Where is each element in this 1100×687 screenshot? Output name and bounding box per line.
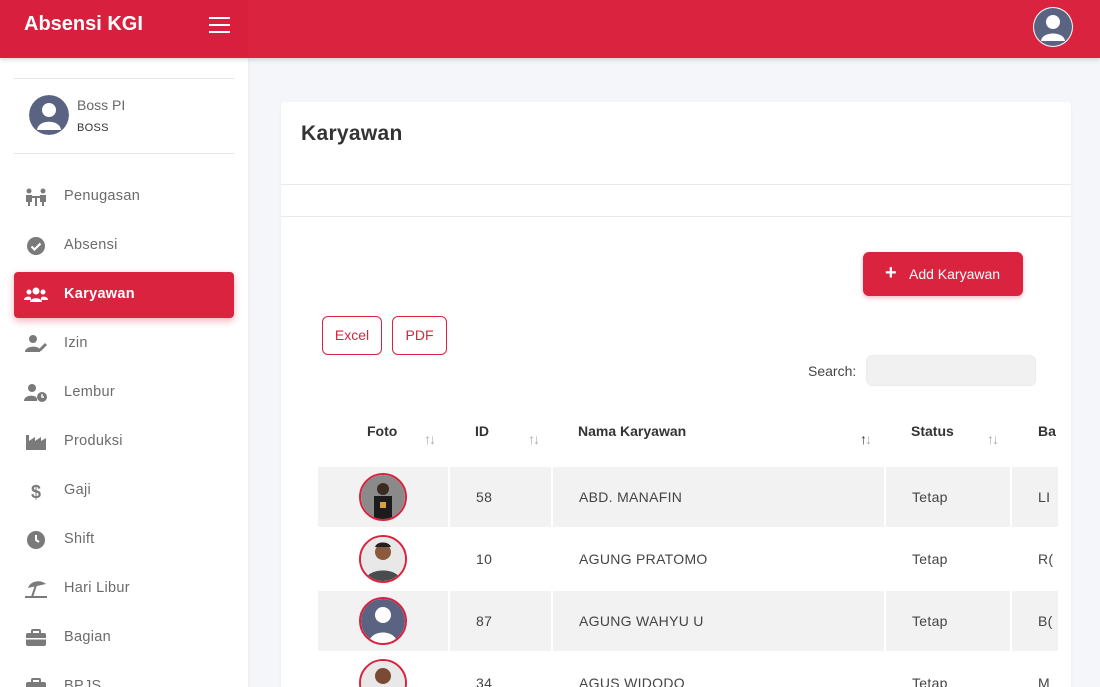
column-header-status[interactable]: Status	[911, 423, 954, 439]
sidebar-item-label: Produksi	[64, 433, 123, 449]
sidebar-item-label: Lembur	[64, 384, 115, 400]
sort-asc-icon[interactable]: ↑↓	[860, 431, 872, 447]
sidebar-item-absensi[interactable]: Absensi	[14, 223, 234, 269]
column-header-nama[interactable]: Nama Karyawan	[578, 423, 686, 439]
employee-photo	[359, 659, 407, 687]
column-header-foto[interactable]: Foto	[367, 423, 397, 439]
sidebar-item-label: Bagian	[64, 629, 111, 645]
sidebar-item-label: BPJS	[64, 678, 102, 687]
table-row: 58 ABD. MANAFIN Tetap LI	[318, 467, 1058, 527]
employee-photo	[359, 473, 407, 521]
cell-id: 10	[476, 551, 493, 567]
sidebar-item-label: Hari Libur	[64, 580, 130, 596]
sidebar-item-label: Absensi	[64, 237, 118, 253]
user-name: Boss PI	[77, 97, 126, 113]
clock-icon	[27, 531, 45, 549]
sidebar-item-label: Gaji	[64, 482, 91, 498]
table-row: 34 AGUS WIDODO Tetap M	[318, 653, 1058, 687]
user-role: BOSS	[77, 122, 109, 134]
cell-status: Tetap	[912, 551, 948, 567]
column-header-bagian[interactable]: Ba	[1038, 423, 1056, 439]
add-karyawan-label: Add Karyawan	[909, 266, 1001, 282]
table-row: 87 AGUNG WAHYU U Tetap B(	[318, 591, 1058, 651]
cell-id: 58	[476, 489, 493, 505]
cell-status: Tetap	[912, 675, 948, 687]
cell-bagian: R(	[1038, 551, 1054, 567]
people-meeting-icon	[26, 188, 46, 206]
column-header-id[interactable]: ID	[475, 423, 489, 439]
cell-status: Tetap	[912, 489, 948, 505]
user-edit-icon	[25, 335, 47, 352]
users-icon	[24, 287, 48, 302]
table-row: 10 AGUNG PRATOMO Tetap R(	[318, 529, 1058, 589]
cell-bagian: B(	[1038, 613, 1053, 629]
sidebar-item-karyawan[interactable]: Karyawan	[14, 272, 234, 318]
sidebar-item-label: Shift	[64, 531, 95, 547]
divider	[281, 216, 1071, 217]
app-title[interactable]: Absensi KGI	[24, 13, 143, 36]
sidebar-item-gaji[interactable]: $ Gaji	[14, 468, 234, 514]
sidebar-item-label: Karyawan	[64, 286, 135, 302]
user-avatar-button[interactable]	[1033, 7, 1073, 47]
add-karyawan-button[interactable]: + Add Karyawan	[863, 252, 1023, 296]
cell-nama: AGUS WIDODO	[579, 675, 685, 687]
employee-photo	[359, 535, 407, 583]
briefcase-icon	[26, 629, 46, 646]
export-pdf-button[interactable]: PDF	[392, 316, 447, 355]
top-navbar: Absensi KGI	[0, 0, 1100, 58]
user-panel: Boss PI BOSS	[14, 78, 234, 154]
avatar	[29, 95, 69, 135]
sidebar-item-lembur[interactable]: Lembur	[14, 370, 234, 416]
search-input[interactable]	[866, 355, 1036, 386]
briefcase-medical-icon	[26, 678, 46, 687]
dollar-icon: $	[31, 482, 41, 501]
sidebar-item-izin[interactable]: Izin	[14, 321, 234, 367]
sidebar: Boss PI BOSS Penugasan Absensi Karyawan …	[0, 58, 248, 687]
page-title: Karyawan	[301, 122, 403, 145]
default-avatar-icon	[29, 95, 69, 135]
menu-toggle-icon[interactable]	[209, 17, 231, 35]
sort-icon[interactable]: ↑↓	[987, 431, 999, 447]
cell-status: Tetap	[912, 613, 948, 629]
svg-text:$: $	[31, 482, 41, 501]
cell-nama: AGUNG WAHYU U	[579, 613, 704, 629]
search-label: Search:	[808, 363, 857, 379]
cell-bagian: M	[1038, 675, 1050, 687]
karyawan-card: Karyawan + Add Karyawan Excel PDF Search…	[281, 102, 1071, 687]
user-clock-icon	[24, 384, 47, 402]
check-circle-icon	[27, 237, 45, 255]
plus-icon: +	[885, 262, 897, 284]
cell-bagian: LI	[1038, 489, 1051, 505]
sidebar-item-hari-libur[interactable]: Hari Libur	[14, 566, 234, 612]
sidebar-item-shift[interactable]: Shift	[14, 517, 234, 563]
sort-icon[interactable]: ↑↓	[528, 431, 540, 447]
default-avatar-icon	[359, 597, 407, 645]
export-excel-button[interactable]: Excel	[322, 316, 382, 355]
sidebar-item-bpjs[interactable]: BPJS	[14, 664, 234, 687]
cell-id: 34	[476, 675, 493, 687]
sidebar-menu: Penugasan Absensi Karyawan Izin Lembur P…	[14, 174, 234, 687]
cell-nama: AGUNG PRATOMO	[579, 551, 708, 567]
industry-icon	[26, 435, 46, 450]
cell-id: 87	[476, 613, 493, 629]
sidebar-item-bagian[interactable]: Bagian	[14, 615, 234, 661]
sidebar-item-produksi[interactable]: Produksi	[14, 419, 234, 465]
umbrella-beach-icon	[25, 581, 47, 598]
sidebar-item-label: Izin	[64, 335, 88, 351]
cell-nama: ABD. MANAFIN	[579, 489, 683, 505]
brand: Absensi KGI	[0, 0, 248, 58]
default-avatar-icon	[1034, 8, 1072, 46]
sidebar-item-label: Penugasan	[64, 188, 141, 204]
sidebar-item-penugasan[interactable]: Penugasan	[14, 174, 234, 220]
divider	[281, 184, 1071, 185]
sort-icon[interactable]: ↑↓	[424, 431, 436, 447]
